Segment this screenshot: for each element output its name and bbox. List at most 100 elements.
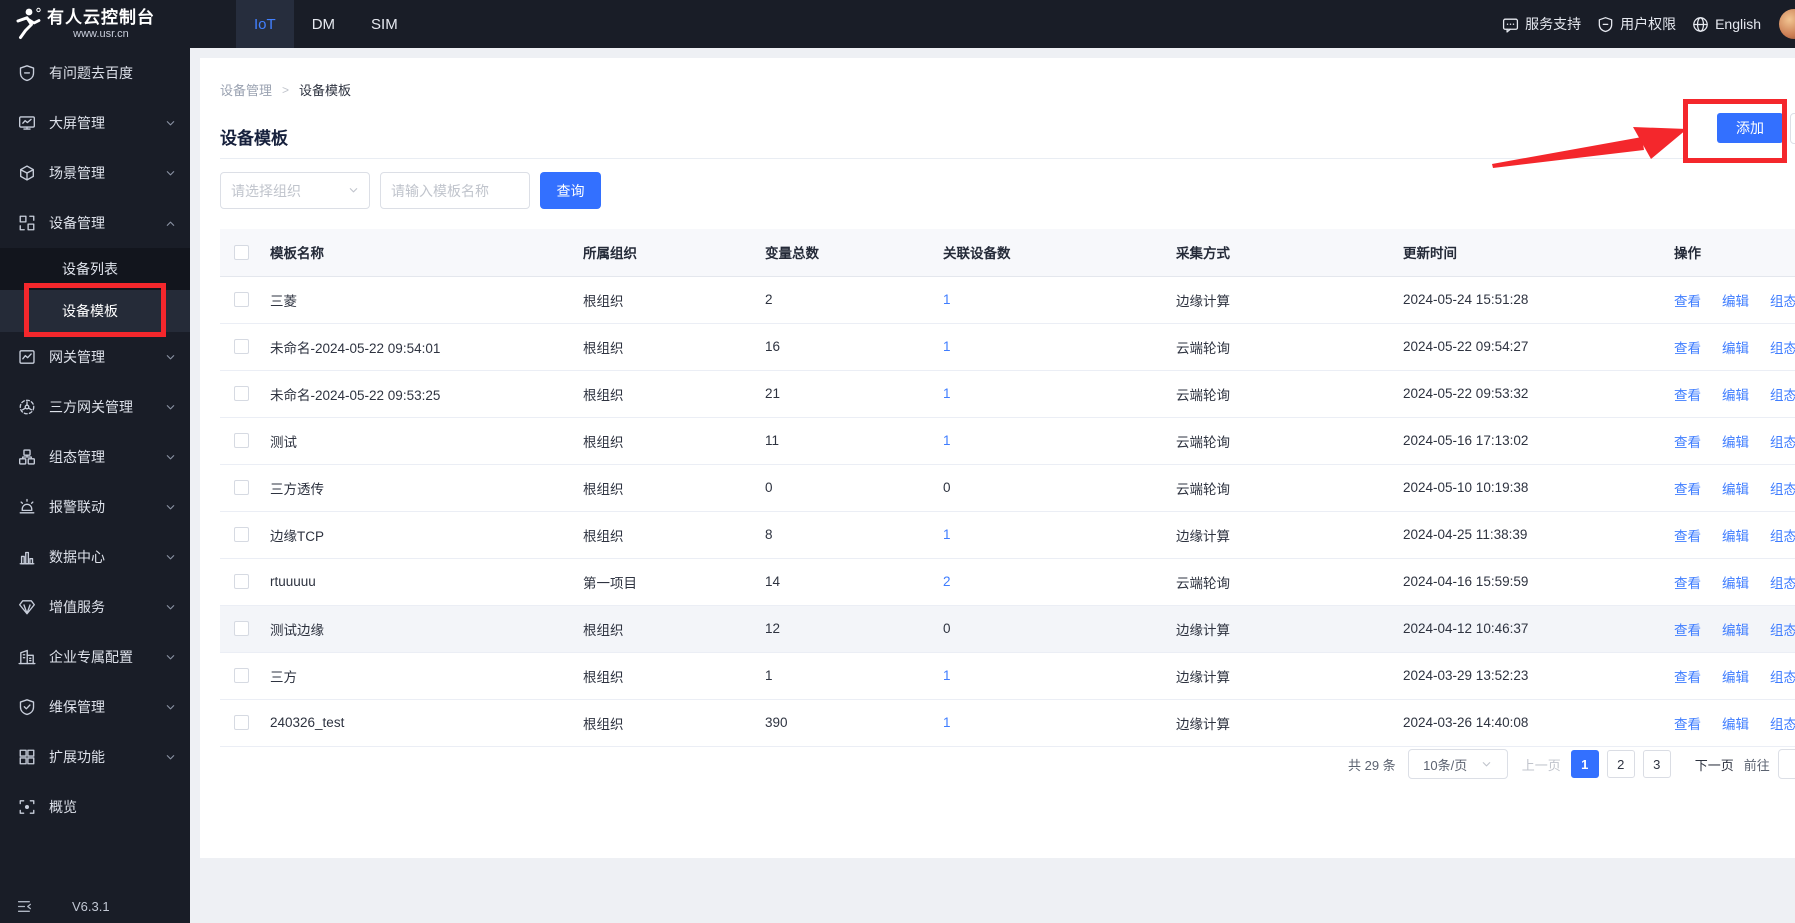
linked-devices-link[interactable]: 1 [943,433,951,448]
view-link[interactable]: 查看 [1674,717,1701,732]
template-name: rtuuuuu [270,558,583,606]
sidebar-item-scene-management[interactable]: 场景管理 [0,148,190,198]
view-link[interactable]: 查看 [1674,623,1701,638]
update-time: 2024-03-29 13:52:23 [1403,652,1674,700]
sidebar-menu: 有问题去百度 大屏管理 场景管理 设备管理 设备列表 设备模板 网关管理 三方网关管理 组态管理… [0,48,190,832]
page-3-button[interactable]: 3 [1642,750,1671,778]
linked-devices-link[interactable]: 1 [943,339,951,354]
row-checkbox[interactable] [234,668,249,684]
row-checkbox[interactable] [234,386,249,402]
topbar-service-support[interactable]: 服务支持 [1502,14,1581,34]
row-checkbox[interactable] [234,715,249,731]
view-link[interactable]: 查看 [1674,435,1701,450]
linked-devices-link[interactable]: 1 [943,292,951,307]
select-all-checkbox[interactable] [234,245,249,261]
organization-select[interactable]: 请选择组织 [220,172,370,209]
row-checkbox[interactable] [234,480,249,496]
edit-link[interactable]: 编辑 [1722,482,1749,497]
scada-link[interactable]: 组态 [1770,576,1795,591]
usr-person-logo-icon [12,6,42,42]
sidebar-item-gateway-management[interactable]: 网关管理 [0,332,190,382]
sidebar-item-overview[interactable]: 概览 [0,782,190,832]
scada-link[interactable]: 组态 [1770,388,1795,403]
edit-link[interactable]: 编辑 [1722,576,1749,591]
add-button[interactable]: 添加 [1717,113,1783,143]
row-checkbox[interactable] [234,292,249,308]
scada-link[interactable]: 组态 [1770,294,1795,309]
clipped-edge-button[interactable] [1790,113,1795,144]
scada-link[interactable]: 组态 [1770,717,1795,732]
search-button[interactable]: 查询 [540,172,601,209]
sidebar-item-extensions[interactable]: 扩展功能 [0,732,190,782]
view-link[interactable]: 查看 [1674,576,1701,591]
view-link[interactable]: 查看 [1674,529,1701,544]
update-time: 2024-05-22 09:53:32 [1403,370,1674,418]
version-label: V6.3.1 [72,898,110,914]
template-name-input[interactable] [380,172,530,209]
sidebar-item-baidu-help[interactable]: 有问题去百度 [0,48,190,98]
sidebar-subitem-device-list[interactable]: 设备列表 [0,248,190,290]
linked-devices-link[interactable]: 1 [943,527,951,542]
edit-link[interactable]: 编辑 [1722,623,1749,638]
sidebar-item-enterprise-config[interactable]: 企业专属配置 [0,632,190,682]
page-1-button[interactable]: 1 [1570,750,1599,778]
tab-iot[interactable]: IoT [236,0,294,48]
linked-devices-link[interactable]: 1 [943,668,951,683]
topbar-language[interactable]: English [1692,16,1761,33]
edit-link[interactable]: 编辑 [1722,388,1749,403]
linked-devices-link[interactable]: 1 [943,715,951,730]
goto-page-input[interactable] [1777,749,1795,779]
row-checkbox[interactable] [234,621,249,637]
scada-link[interactable]: 组态 [1770,529,1795,544]
collect-method: 云端轮询 [1176,417,1403,465]
topbar-user-permissions[interactable]: 用户权限 [1597,14,1676,34]
tab-dm[interactable]: DM [294,0,353,48]
app-logo[interactable]: 有人云控制台 www.usr.cn [0,0,190,48]
edit-link[interactable]: 编辑 [1722,435,1749,450]
linked-devices-link[interactable]: 1 [943,386,951,401]
scada-link[interactable]: 组态 [1770,482,1795,497]
scada-link[interactable]: 组态 [1770,670,1795,685]
prev-page-button[interactable]: 上一页 [1522,755,1561,774]
edit-link[interactable]: 编辑 [1722,670,1749,685]
organization: 根组织 [583,511,765,559]
sidebar-item-value-added-services[interactable]: 增值服务 [0,582,190,632]
edit-link[interactable]: 编辑 [1722,294,1749,309]
sidebar-item-configuration-management[interactable]: 组态管理 [0,432,190,482]
edit-link[interactable]: 编辑 [1722,717,1749,732]
sidebar-subitem-device-template[interactable]: 设备模板 [0,290,190,332]
page-2-button[interactable]: 2 [1606,750,1635,778]
row-checkbox[interactable] [234,339,249,355]
sidebar-item-data-center[interactable]: 数据中心 [0,532,190,582]
row-checkbox[interactable] [234,574,249,590]
row-checkbox[interactable] [234,433,249,449]
next-page-button[interactable]: 下一页 [1695,755,1734,774]
edit-link[interactable]: 编辑 [1722,529,1749,544]
sidebar-item-third-party-gateway[interactable]: 三方网关管理 [0,382,190,432]
scada-link[interactable]: 组态 [1770,435,1795,450]
row-checkbox[interactable] [234,527,249,543]
page-size-select[interactable]: 10条/页 [1407,749,1508,779]
view-link[interactable]: 查看 [1674,341,1701,356]
view-link[interactable]: 查看 [1674,482,1701,497]
table-row: 边缘TCP 根组织 8 1 边缘计算 2024-04-25 11:38:39 查看 编辑 组态 [220,511,1795,559]
linked-devices-link[interactable]: 2 [943,574,951,589]
sidebar-item-alarm-linkage[interactable]: 报警联动 [0,482,190,532]
sidebar-item-screen-management[interactable]: 大屏管理 [0,98,190,148]
view-link[interactable]: 查看 [1674,388,1701,403]
sidebar-item-label: 扩展功能 [49,749,105,765]
variable-count: 14 [765,558,943,606]
collapse-sidebar-icon[interactable] [16,899,34,914]
scada-link[interactable]: 组态 [1770,341,1795,356]
tab-sim[interactable]: SIM [353,0,416,48]
edit-link[interactable]: 编辑 [1722,341,1749,356]
sidebar-item-device-management[interactable]: 设备管理 [0,198,190,248]
view-link[interactable]: 查看 [1674,294,1701,309]
sidebar-item-maintenance-management[interactable]: 维保管理 [0,682,190,732]
row-actions: 查看 编辑 组态 [1674,276,1795,324]
sidebar-footer: V6.3.1 [0,893,190,919]
breadcrumb-device-management[interactable]: 设备管理 [220,80,272,99]
view-link[interactable]: 查看 [1674,670,1701,685]
scada-link[interactable]: 组态 [1770,623,1795,638]
linked-devices-cell: 0 [943,464,1176,512]
